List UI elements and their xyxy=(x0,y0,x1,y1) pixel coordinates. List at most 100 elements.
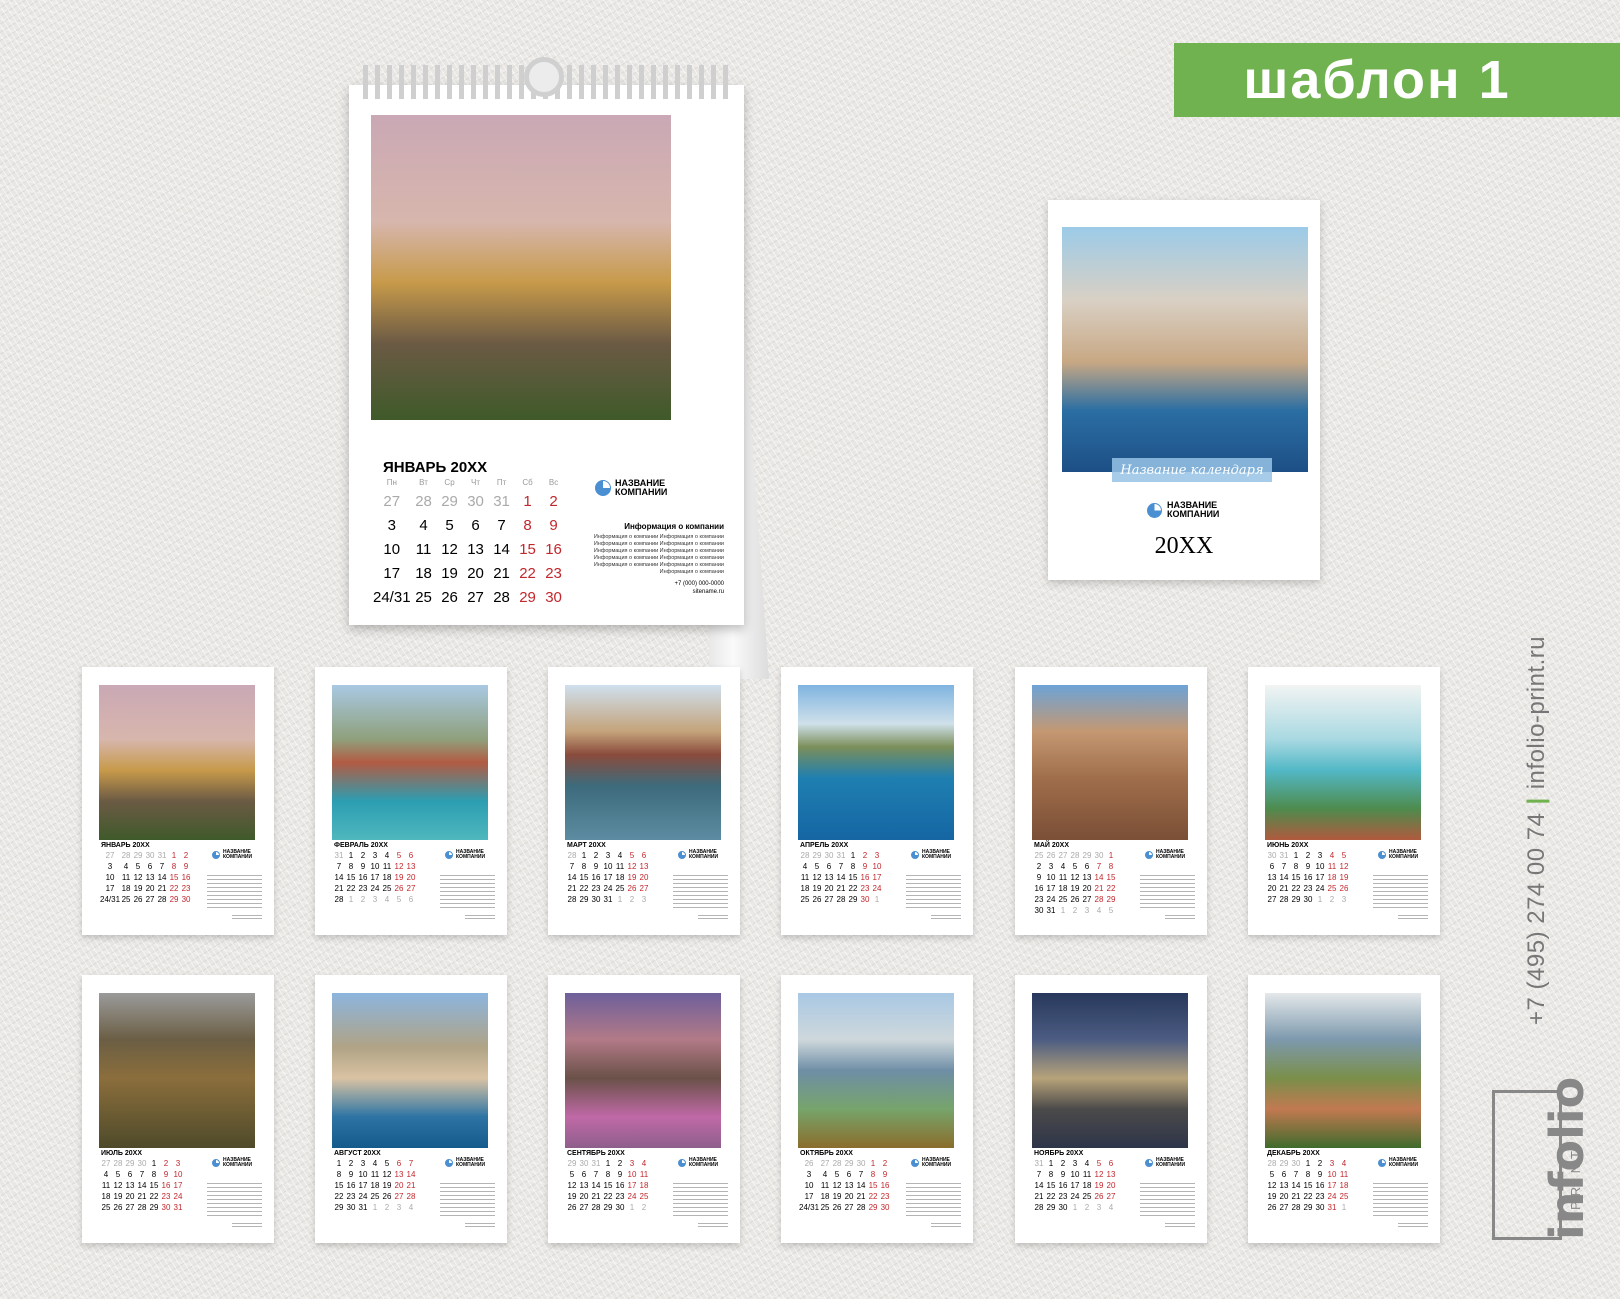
weekday-label: Вс xyxy=(548,477,559,487)
day-cell: 8 xyxy=(581,862,587,871)
month-page: ОКТЯБРЬ 20ХХ 26 27 28 29 30 1 2 3 4 5 6 7 8 9 10 11 12 13 1… xyxy=(781,975,973,1243)
day-cell: 18 xyxy=(800,884,810,893)
day-cell: 4 xyxy=(822,1170,828,1179)
contact-block xyxy=(465,1223,495,1229)
month-page: МАЙ 20ХХ 25 26 27 28 29 30 1 2 3 4 5 6 7 8 9 10 11 12 13 14 1… xyxy=(1015,667,1207,935)
contact-phone: +7 (000) 000-0000 xyxy=(674,581,724,587)
day-cell: 2 xyxy=(617,1159,623,1168)
day-cell: 20 xyxy=(125,1192,135,1201)
day-cell: 14 xyxy=(334,873,344,882)
day-cell: 26 xyxy=(804,1159,814,1168)
day-cell: 6 xyxy=(408,851,414,860)
day-cell: 11 xyxy=(101,1181,111,1190)
company-name: НАЗВАНИЕ КОМПАНИИ xyxy=(1389,849,1419,861)
contact-block xyxy=(465,915,495,921)
day-cell: 2 xyxy=(384,1203,390,1212)
day-cell: 28 xyxy=(1291,1203,1301,1212)
day-cell: 9 xyxy=(549,516,558,534)
day-cell: 13 xyxy=(406,862,416,871)
day-cell: 8 xyxy=(523,516,532,534)
day-cell: 27 xyxy=(125,1203,135,1212)
day-cell: 4 xyxy=(1108,1203,1114,1212)
day-cell: 24/31 xyxy=(100,895,121,904)
day-cell: 23 xyxy=(615,1192,625,1201)
logo-icon xyxy=(445,1159,453,1168)
day-cell: 19 xyxy=(394,873,404,882)
day-cell: 4 xyxy=(617,851,623,860)
day-cell: 3 xyxy=(107,862,113,871)
day-cell: 7 xyxy=(593,1170,599,1179)
day-cell: 21 xyxy=(1279,884,1289,893)
day-cell: 2 xyxy=(1072,906,1078,915)
day-cell: 20 xyxy=(1106,1181,1116,1190)
day-cell: 4 xyxy=(123,862,129,871)
day-cell: 25 xyxy=(1327,884,1337,893)
logo-icon xyxy=(911,1159,919,1168)
day-cell: 29 xyxy=(334,1203,344,1212)
day-cell: 23 xyxy=(880,1192,890,1201)
day-cell: 20 xyxy=(394,1181,404,1190)
day-cell: 19 xyxy=(627,873,637,882)
day-cell: 30 xyxy=(161,1203,171,1212)
day-cell: 27 xyxy=(824,895,834,904)
day-cell: 28 xyxy=(1267,1159,1277,1168)
company-name: НАЗВАНИЕ КОМПАНИИ xyxy=(1167,500,1220,520)
day-cell: 8 xyxy=(1293,862,1299,871)
day-cell: 4 xyxy=(384,851,390,860)
day-cell: 14 xyxy=(836,873,846,882)
day-cell: 9 xyxy=(1060,1170,1066,1179)
day-cell: 30 xyxy=(615,1203,625,1212)
day-cell: 4 xyxy=(641,1159,647,1168)
day-cell: 18 xyxy=(382,873,392,882)
day-cell: 10 xyxy=(105,873,115,882)
day-cell: 6 xyxy=(846,1170,852,1179)
cover-company-logo: НАЗВАНИЕ КОМПАНИИ xyxy=(1147,500,1220,520)
day-cell: 14 xyxy=(157,873,167,882)
day-cell: 23 xyxy=(346,1192,356,1201)
day-cell: 6 xyxy=(641,851,647,860)
day-cell: 19 xyxy=(832,1192,842,1201)
day-cell: 4 xyxy=(408,1203,414,1212)
day-cell: 7 xyxy=(858,1170,864,1179)
day-cell: 11 xyxy=(382,862,392,871)
month-title: ФЕВРАЛЬ 20ХХ xyxy=(334,842,388,849)
day-cell: 17 xyxy=(872,873,882,882)
day-cell: 24 xyxy=(358,1192,368,1201)
contact-block xyxy=(1398,1223,1428,1229)
day-cell: 15 xyxy=(334,1181,344,1190)
day-cell: 2 xyxy=(360,851,366,860)
day-cell: 1 xyxy=(1341,1203,1347,1212)
day-cell: 26 xyxy=(1046,851,1056,860)
day-cell: 7 xyxy=(1281,862,1287,871)
day-cell: 22 xyxy=(1106,884,1116,893)
day-cell: 27 xyxy=(1082,895,1092,904)
day-cell: 3 xyxy=(1072,1159,1078,1168)
day-cell: 21 xyxy=(567,884,577,893)
day-cell: 3 xyxy=(1096,1203,1102,1212)
day-cell: 1 xyxy=(1108,851,1114,860)
month-photo xyxy=(1265,993,1421,1148)
day-cell: 29 xyxy=(1303,1203,1313,1212)
day-cell: 25 xyxy=(370,1192,380,1201)
day-cell: 21 xyxy=(1291,1192,1301,1201)
day-cell: 14 xyxy=(406,1170,416,1179)
day-cell: 22 xyxy=(169,884,179,893)
day-cell: 9 xyxy=(1305,862,1311,871)
day-cell: 11 xyxy=(820,1181,830,1190)
day-cell: 1 xyxy=(874,895,880,904)
month-page: ДЕКАБРЬ 20ХХ 28 29 30 1 2 3 4 5 6 7 8 9 10 11 12 13 14 15 1… xyxy=(1248,975,1440,1243)
info-text: Информация о компании Информация о компа… xyxy=(593,534,724,575)
company-name: НАЗВАНИЕ КОМПАНИИ xyxy=(1389,1157,1419,1169)
month-grid: 29 30 31 1 2 3 4 5 6 7 8 9 10 11 12 13 14 15 16 17 18 19 20 21 2… xyxy=(566,1158,650,1213)
company-logo: НАЗВАНИЕ КОМПАНИИ xyxy=(1378,849,1419,861)
day-cell: 10 xyxy=(1327,1170,1337,1179)
day-cell: 22 xyxy=(346,884,356,893)
day-cell: 14 xyxy=(137,1181,147,1190)
day-cell: 5 xyxy=(834,1170,840,1179)
day-cell: 13 xyxy=(579,1181,589,1190)
day-cell: 10 xyxy=(804,1181,814,1190)
month-page: АПРЕЛЬ 20ХХ 28 29 30 31 1 2 3 4 5 6 7 8 9 10 11 12 13 14 15… xyxy=(781,667,973,935)
logo-icon xyxy=(212,851,220,860)
day-cell: 4 xyxy=(103,1170,109,1179)
day-cell: 16 xyxy=(1034,884,1044,893)
